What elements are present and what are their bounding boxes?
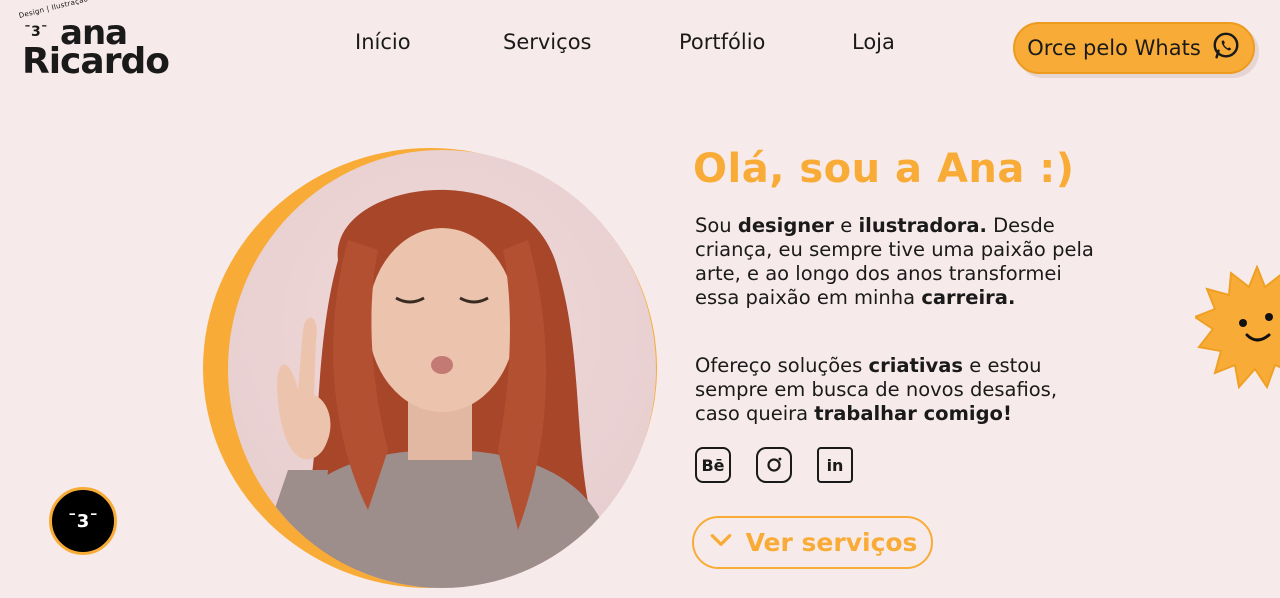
whats-quote-label: Orce pelo Whats (1027, 36, 1201, 60)
floating-face-button[interactable]: ˉ3ˉ (49, 487, 117, 555)
see-services-button[interactable]: Ver serviços (692, 516, 933, 569)
offer-bold-trabalhar: trabalhar comigo! (814, 402, 1012, 425)
chevron-down-icon (708, 527, 734, 559)
profile-photo (228, 150, 656, 588)
whatsapp-icon (1211, 31, 1241, 66)
offer-text-1: Ofereço soluções (695, 354, 869, 377)
nav-item-servicos[interactable]: Serviços (503, 30, 591, 54)
intro-bold-designer: designer (737, 214, 835, 237)
intro-text-2: e (834, 214, 859, 237)
behance-icon[interactable]: Bē (695, 447, 731, 483)
social-links: Bē in (695, 447, 853, 483)
linkedin-icon[interactable]: in (817, 447, 853, 483)
sun-face-icon (1192, 264, 1280, 390)
whats-quote-button[interactable]: Orce pelo Whats (1013, 22, 1255, 74)
page: Design | Ilustração ˉ3ˉ ana Ricardo Iníc… (0, 0, 1280, 598)
hero-offer-paragraph: Ofereço soluções criativas e estou sempr… (695, 354, 1095, 426)
instagram-icon[interactable] (756, 447, 792, 483)
intro-text-1: Sou (695, 214, 738, 237)
hero-title: Olá, sou a Ana :) (693, 146, 1075, 192)
hero-intro-paragraph: Sou designer e ilustradora. Desde crianç… (695, 214, 1095, 310)
linkedin-glyph: in (826, 455, 844, 475)
behance-glyph: Bē (701, 455, 725, 475)
offer-bold-criativas: criativas (868, 354, 964, 377)
nav-item-portfolio[interactable]: Portfólio (679, 30, 765, 54)
nav-item-inicio[interactable]: Início (355, 30, 411, 54)
see-services-label: Ver serviços (745, 528, 918, 557)
nav-item-loja[interactable]: Loja (852, 30, 895, 54)
intro-bold-carreira: carreira. (921, 286, 1016, 309)
face-glyph: ˉ3ˉ (67, 510, 99, 532)
intro-bold-ilustradora: ilustradora. (858, 214, 987, 237)
